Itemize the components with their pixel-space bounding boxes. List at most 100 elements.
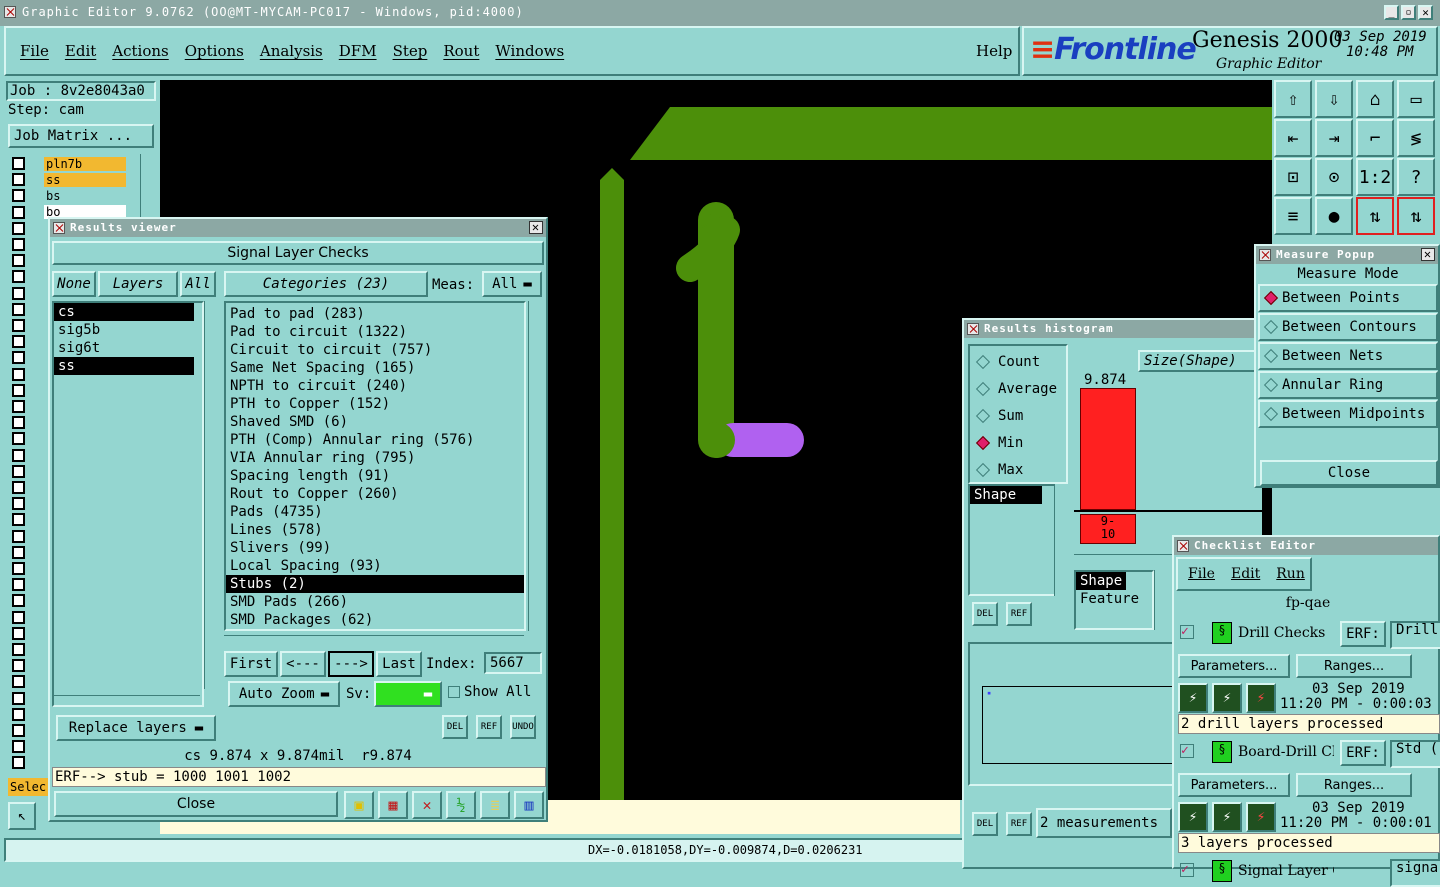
- zoom-screen-icon[interactable]: ⌂: [1356, 80, 1394, 118]
- layer-visibility-checkbox[interactable]: [12, 740, 25, 754]
- close-window-button[interactable]: ✕: [1418, 5, 1433, 20]
- categories-button[interactable]: Categories (23): [224, 271, 428, 297]
- ref-button[interactable]: REF: [476, 715, 502, 739]
- histogram-option-count[interactable]: Count: [970, 348, 1066, 375]
- category-item[interactable]: SMD Packages (62): [226, 611, 524, 629]
- run-check-all-icon[interactable]: ⚡: [1212, 802, 1242, 832]
- histogram-option-min[interactable]: Min: [970, 429, 1066, 456]
- maximize-button[interactable]: ▫: [1401, 5, 1416, 20]
- layer-visibility-checkbox[interactable]: [12, 643, 25, 656]
- results-viewer-close-icon[interactable]: ✕: [529, 221, 543, 234]
- layer-visibility-checkbox[interactable]: [12, 594, 25, 608]
- ranges-button[interactable]: Ranges...: [1296, 654, 1412, 678]
- next-button[interactable]: --->: [328, 651, 374, 677]
- layer-visibility-checkbox[interactable]: [12, 351, 25, 365]
- measure-icon[interactable]: ●: [1315, 197, 1353, 235]
- run-check-icon[interactable]: ⚡: [1178, 683, 1208, 713]
- zoom-back-icon[interactable]: ⇩: [1315, 80, 1353, 118]
- histogram-list-item[interactable]: Shape: [970, 486, 1042, 504]
- layers-button[interactable]: Layers: [98, 271, 178, 297]
- layer-visibility-checkbox[interactable]: [12, 659, 25, 673]
- measure-option-between-points[interactable]: Between Points: [1258, 284, 1438, 312]
- checklist-item-checkbox[interactable]: ✓: [1180, 744, 1194, 758]
- layer-visibility-checkbox[interactable]: [12, 173, 25, 187]
- run-check-icon[interactable]: ⚡: [1178, 802, 1208, 832]
- index-input[interactable]: 5667: [484, 652, 542, 674]
- results-viewer-close-button[interactable]: Close: [54, 791, 338, 817]
- window-menu-icon[interactable]: [53, 222, 65, 234]
- histogram-list2-item-shape[interactable]: Shape: [1076, 572, 1126, 590]
- filter-icon[interactable]: ≡: [1274, 197, 1312, 235]
- category-item[interactable]: VIA Annular ring (795): [226, 449, 524, 467]
- layer-visibility-checkbox[interactable]: [12, 400, 25, 413]
- layer-visibility-checkbox[interactable]: [12, 707, 25, 721]
- del-button[interactable]: DEL: [442, 715, 468, 739]
- category-item[interactable]: NPTH to circuit (240): [226, 377, 524, 395]
- layer-visibility-checkbox[interactable]: [12, 189, 25, 203]
- menu-actions[interactable]: Actions: [112, 42, 168, 60]
- measure-popup-close-button[interactable]: Close: [1260, 460, 1438, 486]
- measure-option-between-nets[interactable]: Between Nets: [1258, 342, 1438, 370]
- category-item[interactable]: Pad to pad (283): [226, 305, 524, 323]
- query-icon[interactable]: ?: [1397, 158, 1435, 196]
- category-item[interactable]: Pad to circuit (1322): [226, 323, 524, 341]
- auto-zoom-dropdown[interactable]: Auto Zoom ▬: [228, 681, 340, 707]
- category-item[interactable]: Spacing length (91): [226, 467, 524, 485]
- zoom-area-icon[interactable]: ⊡: [1274, 158, 1312, 196]
- meas-dropdown[interactable]: All ▬: [482, 271, 542, 297]
- checklist-item-checkbox[interactable]: ✓: [1180, 625, 1194, 639]
- last-button[interactable]: Last: [376, 651, 422, 677]
- prev-button[interactable]: <---: [280, 651, 326, 677]
- layer-visibility-checkbox[interactable]: [12, 254, 25, 268]
- layer-visibility-checkbox[interactable]: [12, 481, 25, 494]
- layer-visibility-checkbox[interactable]: [12, 513, 25, 527]
- graphic-control-2-icon[interactable]: ⇅: [1397, 197, 1435, 235]
- stop-check-icon[interactable]: ⚡: [1246, 802, 1276, 832]
- layer-list-item[interactable]: sig6t: [54, 339, 202, 357]
- zoom-center-icon[interactable]: ⊙: [1315, 158, 1353, 196]
- layer-visibility-checkbox[interactable]: [12, 562, 25, 575]
- layers-list-scrollbar[interactable]: [204, 301, 220, 689]
- layer-visibility-checkbox[interactable]: [12, 578, 25, 592]
- histogram-list2-item-feature[interactable]: Feature: [1076, 590, 1152, 608]
- histogram-del-button[interactable]: DEL: [972, 602, 998, 626]
- graphic-control-icon[interactable]: ⇅: [1356, 197, 1394, 235]
- menu-step[interactable]: Step: [393, 42, 428, 60]
- category-item[interactable]: PTH to Copper (152): [226, 395, 524, 413]
- checklist-menu-edit[interactable]: Edit: [1231, 566, 1260, 582]
- histogram-del-button-2[interactable]: DEL: [972, 812, 998, 836]
- ratio-1-2-icon[interactable]: 1:2: [1356, 158, 1394, 196]
- pointer-tool-button[interactable]: ↖: [8, 802, 36, 830]
- category-item[interactable]: PTH (Comp) Annular ring (576): [226, 431, 524, 449]
- window-menu-icon[interactable]: [1259, 249, 1271, 261]
- erf-value-field[interactable]: Std (: [1390, 740, 1440, 768]
- layer-visibility-checkbox[interactable]: [12, 416, 25, 430]
- histogram-ref-button[interactable]: REF: [1006, 602, 1032, 626]
- layer-visibility-checkbox[interactable]: [12, 367, 25, 381]
- erf-value-field[interactable]: Drill: [1390, 621, 1440, 649]
- checklist-menu-file[interactable]: File: [1188, 566, 1215, 582]
- layers-none-button[interactable]: None: [52, 271, 96, 297]
- window-menu-icon[interactable]: [967, 323, 979, 335]
- layer-visibility-checkbox[interactable]: [12, 675, 25, 689]
- category-info-icon[interactable]: ▣: [344, 791, 374, 819]
- snap-icon[interactable]: ⌐: [1356, 119, 1394, 157]
- layer-list-item[interactable]: ss: [54, 357, 194, 375]
- histogram-option-average[interactable]: Average: [970, 375, 1066, 402]
- layer-item-pln7b[interactable]: pln7b: [44, 157, 126, 171]
- layer-visibility-checkbox[interactable]: [12, 610, 25, 624]
- zoom-fit-icon[interactable]: ▭: [1397, 80, 1435, 118]
- layer-item-bs[interactable]: bs: [44, 189, 126, 203]
- checklist-menu-run[interactable]: Run: [1276, 566, 1305, 582]
- histogram-option-max[interactable]: Max: [970, 456, 1066, 483]
- layer-visibility-checkbox[interactable]: [12, 319, 25, 332]
- run-check-all-icon[interactable]: ⚡: [1212, 683, 1242, 713]
- zoom-home-icon[interactable]: ⇧: [1274, 80, 1312, 118]
- stop-check-icon[interactable]: ⚡: [1246, 683, 1276, 713]
- redraw-icon[interactable]: ≶: [1397, 119, 1435, 157]
- layer-item-ss[interactable]: ss: [44, 173, 126, 187]
- layer-visibility-checkbox[interactable]: [12, 286, 25, 300]
- pan-right-icon[interactable]: ⇥: [1315, 119, 1353, 157]
- layer-visibility-checkbox[interactable]: [12, 432, 25, 446]
- measure-option-annular-ring[interactable]: Annular Ring: [1258, 371, 1438, 399]
